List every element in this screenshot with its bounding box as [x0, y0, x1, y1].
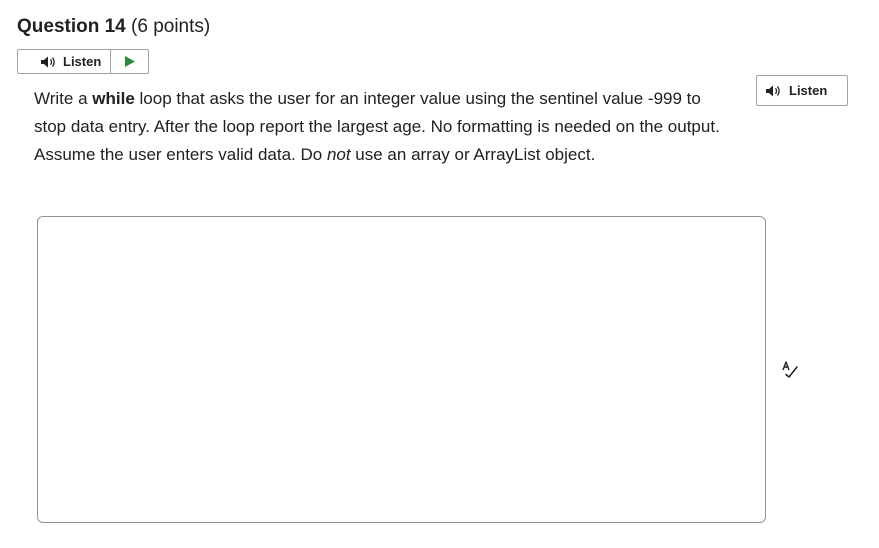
question-points: (6 points): [131, 16, 211, 37]
prompt-part-3: use an array or ArrayList object.: [350, 145, 596, 164]
listen-button-side[interactable]: Listen: [756, 75, 848, 106]
listen-side-label: Listen: [789, 83, 828, 98]
prompt-keyword: while: [92, 89, 135, 108]
listen-player: Listen: [17, 49, 150, 74]
answer-textarea[interactable]: [37, 216, 766, 523]
spellcheck-icon[interactable]: [780, 359, 800, 379]
question-title: Question 14 (6 points): [17, 14, 210, 40]
question-prompt: Write a while loop that asks the user fo…: [34, 85, 734, 169]
play-icon: [124, 56, 135, 67]
speaker-icon: [40, 55, 58, 69]
listen-label: Listen: [63, 54, 102, 69]
question-number: Question 14: [17, 16, 126, 37]
listen-button[interactable]: Listen: [18, 50, 112, 73]
prompt-part-1: Write a: [34, 89, 93, 108]
prompt-emphasis: not: [326, 145, 351, 164]
play-button[interactable]: [111, 50, 148, 73]
speaker-icon: [765, 84, 783, 98]
